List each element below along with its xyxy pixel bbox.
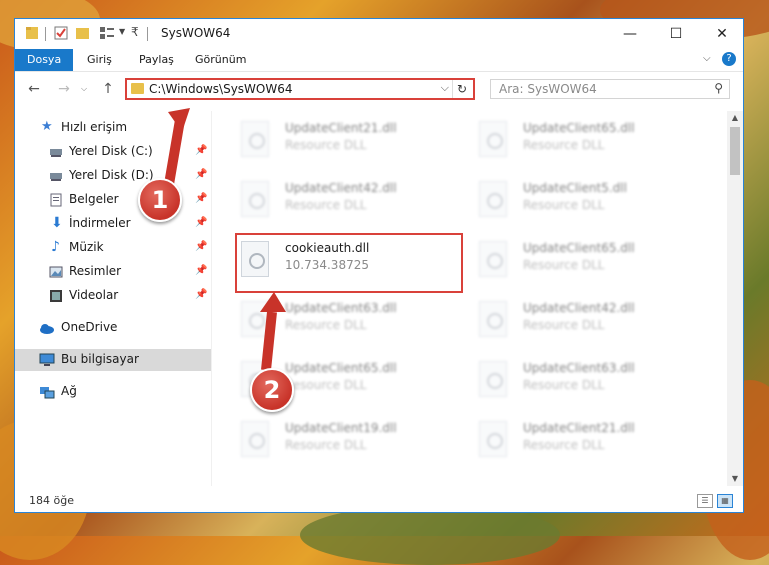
pin-icon[interactable]: 📌 <box>195 169 207 180</box>
vertical-scrollbar[interactable]: ▲ ▼ <box>727 111 743 486</box>
scroll-down-icon[interactable]: ▼ <box>727 472 743 486</box>
network-icon <box>39 385 55 399</box>
address-path[interactable]: C:\Windows\SysWOW64 <box>149 82 293 96</box>
sidebar-item-onedrive[interactable]: OneDrive <box>15 317 211 339</box>
sidebar-item-downloads[interactable]: ⬇ İndirmeler 📌 <box>15 213 211 235</box>
music-icon: ♪ <box>51 239 60 255</box>
back-arrow-icon[interactable]: ← <box>25 80 43 98</box>
dll-file-icon <box>479 361 507 397</box>
star-icon: ★ <box>41 119 53 134</box>
cloud-icon <box>39 321 54 335</box>
sidebar-item-network[interactable]: Ağ <box>15 381 211 403</box>
computer-icon <box>39 353 55 367</box>
tab-share[interactable]: Paylaş <box>127 49 186 71</box>
file-highlight-box <box>235 233 463 293</box>
search-box[interactable]: Ara: SysWOW64 ⚲ <box>490 79 730 99</box>
status-bar: 184 öğe ☰ ▦ <box>15 491 743 513</box>
file-item[interactable]: UpdateClient42.dll Resource DLL <box>237 177 462 225</box>
background-leaf <box>300 505 560 565</box>
pin-icon[interactable]: 📌 <box>195 289 207 300</box>
dll-file-icon <box>241 421 269 457</box>
recent-chevron-icon[interactable]: ⌵ <box>75 80 93 98</box>
chevron-down-icon[interactable]: ⌵ <box>703 53 711 64</box>
scroll-up-icon[interactable]: ▲ <box>727 111 743 125</box>
scrollbar-thumb[interactable] <box>730 127 740 175</box>
dll-file-icon <box>479 181 507 217</box>
help-icon[interactable]: ? <box>722 52 736 66</box>
dll-file-icon <box>241 301 269 337</box>
folder-icon <box>25 25 39 43</box>
search-input[interactable]: Ara: SysWOW64 <box>499 82 597 96</box>
large-icons-view-icon[interactable]: ▦ <box>717 494 733 508</box>
file-item[interactable]: UpdateClient63.dll Resource DLL <box>237 297 462 345</box>
dll-file-icon <box>479 121 507 157</box>
chevron-down-icon[interactable]: ▼ <box>119 27 125 45</box>
tab-view[interactable]: Görünüm <box>183 49 258 71</box>
customize-toolbar-icon[interactable]: ₹ <box>131 25 139 43</box>
forward-arrow-icon[interactable]: → <box>55 80 73 98</box>
ribbon: Dosya Giriş Paylaş Görünüm ⌵ ? <box>15 49 743 72</box>
divider <box>45 27 46 41</box>
annotation-marker-1: 1 <box>138 178 182 222</box>
pin-icon[interactable]: 📌 <box>195 265 207 276</box>
pin-icon[interactable]: 📌 <box>195 241 207 252</box>
navigation-pane: ★ Hızlı erişim Yerel Disk (C:) 📌 Yerel D… <box>15 111 212 486</box>
file-item[interactable]: UpdateClient65.dll Resource DLL <box>475 237 700 285</box>
tab-file[interactable]: Dosya <box>15 49 74 71</box>
new-folder-icon[interactable] <box>75 25 91 43</box>
address-bar[interactable]: C:\Windows\SysWOW64 ⌵ ↻ <box>125 78 475 100</box>
file-item[interactable]: UpdateClient5.dll Resource DLL <box>475 177 700 225</box>
sidebar-item-drive-d[interactable]: Yerel Disk (D:) 📌 <box>15 165 211 187</box>
dll-file-icon <box>241 121 269 157</box>
folder-icon <box>131 83 144 94</box>
sidebar-item-quick-access[interactable]: ★ Hızlı erişim <box>15 117 211 139</box>
pictures-icon <box>49 265 63 279</box>
minimize-button[interactable]: — <box>607 19 653 49</box>
explorer-window: ▼ ₹ SysWOW64 — ☐ ✕ Dosya Giriş Paylaş Gö… <box>14 18 744 513</box>
file-list: UpdateClient21.dll Resource DLL UpdateCl… <box>225 111 725 486</box>
videos-icon <box>49 289 63 303</box>
sidebar-item-videos[interactable]: Videolar 📌 <box>15 285 211 307</box>
pin-icon[interactable]: 📌 <box>195 145 207 156</box>
drive-icon <box>49 169 63 183</box>
documents-icon <box>49 193 63 207</box>
tab-home[interactable]: Giriş <box>75 49 124 71</box>
file-item[interactable]: UpdateClient63.dll Resource DLL <box>475 357 700 405</box>
dll-file-icon <box>479 241 507 277</box>
refresh-icon[interactable]: ↻ <box>452 80 471 98</box>
chevron-down-icon[interactable]: ⌵ <box>441 81 449 95</box>
annotation-marker-2: 2 <box>250 368 294 412</box>
file-item[interactable]: UpdateClient21.dll Resource DLL <box>237 117 462 165</box>
up-arrow-icon[interactable]: ↑ <box>99 80 117 98</box>
search-icon[interactable]: ⚲ <box>714 81 723 95</box>
properties-icon[interactable] <box>53 25 69 43</box>
download-icon: ⬇ <box>51 215 63 231</box>
title-bar: ▼ ₹ SysWOW64 — ☐ ✕ <box>15 19 743 49</box>
sidebar-item-drive-c[interactable]: Yerel Disk (C:) 📌 <box>15 141 211 163</box>
divider <box>147 27 148 41</box>
close-button[interactable]: ✕ <box>699 19 745 49</box>
dll-file-icon <box>479 301 507 337</box>
sidebar-item-this-pc[interactable]: Bu bilgisayar <box>15 349 211 371</box>
file-item[interactable]: UpdateClient19.dll Resource DLL <box>237 417 462 465</box>
maximize-button[interactable]: ☐ <box>653 19 699 49</box>
drive-icon <box>49 145 63 159</box>
dll-file-icon <box>241 181 269 217</box>
navigation-bar: ← → ⌵ ↑ C:\Windows\SysWOW64 ⌵ ↻ Ara: Sys… <box>15 74 743 106</box>
dll-file-icon <box>479 421 507 457</box>
sidebar-item-music[interactable]: ♪ Müzik 📌 <box>15 237 211 259</box>
pin-icon[interactable]: 📌 <box>195 217 207 228</box>
details-view-icon[interactable]: ☰ <box>697 494 713 508</box>
view-options-icon[interactable] <box>99 25 117 43</box>
item-count: 184 öğe <box>29 494 74 507</box>
window-title: SysWOW64 <box>161 26 231 40</box>
pin-icon[interactable]: 📌 <box>195 193 207 204</box>
file-item[interactable]: UpdateClient21.dll Resource DLL <box>475 417 700 465</box>
file-item[interactable]: UpdateClient42.dll Resource DLL <box>475 297 700 345</box>
file-item[interactable]: UpdateClient65.dll Resource DLL <box>475 117 700 165</box>
sidebar-item-pictures[interactable]: Resimler 📌 <box>15 261 211 283</box>
